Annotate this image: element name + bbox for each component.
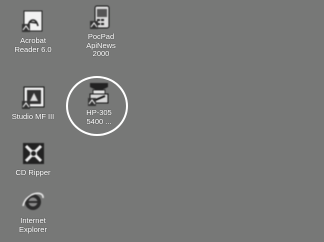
desktop-icon-label: Acrobat Reader 6.0 (14, 36, 52, 54)
pocket-app-icon (86, 4, 116, 32)
desktop-icon-label: Studio MF III (11, 112, 55, 121)
desktop: Acrobat Reader 6.0 PocPad ApiNews 2000 S… (0, 0, 324, 242)
cd-ripper-icon (18, 140, 48, 168)
desktop-icon-cd-ripper[interactable]: CD Ripper (2, 140, 64, 178)
internet-explorer-icon (18, 188, 48, 216)
desktop-icon-label: Internet Explorer (19, 216, 47, 234)
hp-scanner-icon (84, 80, 114, 108)
desktop-icon-studio-mf[interactable]: Studio MF III (2, 84, 64, 122)
desktop-icon-acrobat-reader[interactable]: Acrobat Reader 6.0 (2, 8, 64, 54)
desktop-icon-label: HP-305 5400 ... (86, 108, 112, 126)
desktop-icon-label: CD Ripper (15, 168, 51, 177)
studio-mf-icon (18, 84, 48, 112)
acrobat-reader-icon (18, 8, 48, 36)
desktop-icon-label: PocPad ApiNews 2000 (86, 32, 116, 58)
desktop-icon-internet-explorer[interactable]: Internet Explorer (2, 188, 64, 234)
desktop-icon-pocket-app[interactable]: PocPad ApiNews 2000 (70, 4, 132, 59)
desktop-icon-hp-scanner[interactable]: HP-305 5400 ... (68, 80, 130, 126)
